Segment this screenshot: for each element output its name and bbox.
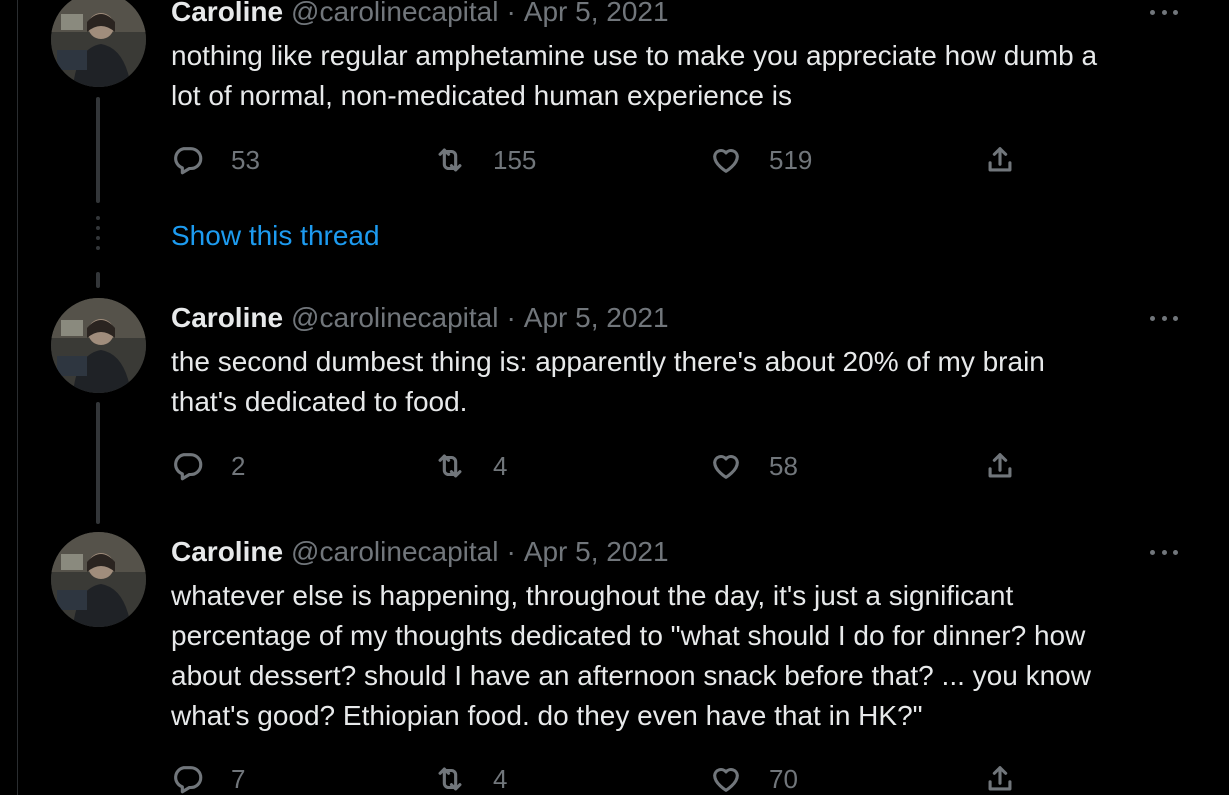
like-count: 70: [769, 763, 798, 794]
separator: ·: [506, 0, 516, 27]
retweet-button[interactable]: 4: [433, 449, 507, 483]
tweet-actions: 53 155 519: [171, 143, 1031, 177]
tweet-date[interactable]: Apr 5, 2021: [524, 536, 669, 568]
thread-connector: [96, 97, 100, 203]
author-handle[interactable]: @carolinecapital: [291, 302, 498, 334]
retweet-button[interactable]: 4: [433, 762, 507, 795]
like-count: 519: [769, 144, 813, 175]
tweet-thread: Caroline @carolinecapital · Apr 5, 2021 …: [0, 0, 1229, 795]
tweet-header: Caroline @carolinecapital · Apr 5, 2021: [171, 536, 669, 568]
retweet-count: 4: [493, 450, 508, 481]
tweet-date[interactable]: Apr 5, 2021: [524, 0, 669, 28]
tweet-text-line: about dessert? should I have an afternoo…: [171, 660, 1091, 691]
like-icon: [713, 767, 739, 792]
share-button[interactable]: [983, 143, 1017, 177]
share-icon: [988, 147, 1012, 172]
like-icon: [713, 454, 739, 479]
reply-count: 53: [231, 144, 260, 175]
author-name[interactable]: Caroline: [171, 0, 283, 28]
share-icon: [988, 766, 1012, 791]
retweet-icon: [438, 454, 462, 478]
reply-icon: [174, 453, 203, 481]
show-thread-link[interactable]: Show this thread: [171, 220, 380, 252]
author-name[interactable]: Caroline: [171, 536, 283, 568]
tweet-text-line: what's good? Ethiopian food. do they eve…: [171, 700, 923, 731]
tweet-text-line: the second dumbest thing is: apparently …: [171, 346, 1045, 377]
tweet-date[interactable]: Apr 5, 2021: [524, 302, 669, 334]
avatar[interactable]: [51, 298, 146, 393]
like-button[interactable]: 58: [709, 449, 798, 483]
thread-connector: [96, 402, 100, 524]
avatar[interactable]: [51, 532, 146, 627]
tweet-text-line: that's dedicated to food.: [171, 386, 468, 417]
avatar[interactable]: [51, 0, 146, 87]
reply-count: 2: [231, 450, 246, 481]
thread-connector: [96, 272, 100, 288]
tweet-actions: 2 4 58: [171, 449, 1031, 483]
retweet-count: 4: [493, 763, 508, 794]
tweet-text-line: whatever else is happening, throughout t…: [171, 580, 1014, 611]
avatar-photo: [51, 298, 146, 393]
like-button[interactable]: 70: [709, 762, 798, 795]
share-icon: [988, 453, 1012, 478]
author-name[interactable]: Caroline: [171, 302, 283, 334]
like-icon: [713, 148, 739, 173]
reply-button[interactable]: 53: [171, 143, 260, 177]
retweet-icon: [438, 767, 462, 791]
more-icon[interactable]: [1147, 2, 1181, 22]
tweet-header: Caroline @carolinecapital · Apr 5, 2021: [171, 302, 669, 334]
retweet-icon: [438, 148, 462, 172]
tweet-header: Caroline @carolinecapital · Apr 5, 2021: [171, 0, 669, 28]
retweet-count: 155: [493, 144, 537, 175]
retweet-button[interactable]: 155: [433, 143, 536, 177]
tweet-text-line: nothing like regular amphetamine use to …: [171, 40, 1098, 71]
like-button[interactable]: 519: [709, 143, 812, 177]
avatar-photo: [51, 0, 146, 87]
reply-count: 7: [231, 763, 246, 794]
separator: ·: [506, 536, 516, 567]
author-handle[interactable]: @carolinecapital: [291, 536, 498, 568]
reply-button[interactable]: 7: [171, 762, 245, 795]
more-icon[interactable]: [1147, 542, 1181, 562]
tweet-text-line: lot of normal, non-medicated human exper…: [171, 80, 793, 111]
tweet-text: the second dumbest thing is: apparently …: [171, 342, 1181, 422]
tweet-text: nothing like regular amphetamine use to …: [171, 36, 1181, 116]
avatar-photo: [51, 532, 146, 627]
like-count: 58: [769, 450, 798, 481]
share-button[interactable]: [983, 449, 1017, 483]
more-icon[interactable]: [1147, 308, 1181, 328]
reply-icon: [174, 147, 203, 175]
reply-button[interactable]: 2: [171, 449, 245, 483]
thread-gap-dots: [96, 216, 100, 256]
tweet-text-line: percentage of my thoughts dedicated to "…: [171, 620, 1086, 651]
reply-icon: [174, 766, 203, 794]
tweet-actions: 7 4 70: [171, 762, 1031, 795]
share-button[interactable]: [983, 762, 1017, 795]
separator: ·: [506, 302, 516, 333]
tweet-text: whatever else is happening, throughout t…: [171, 576, 1181, 736]
timeline-border: [17, 0, 18, 795]
author-handle[interactable]: @carolinecapital: [291, 0, 498, 28]
